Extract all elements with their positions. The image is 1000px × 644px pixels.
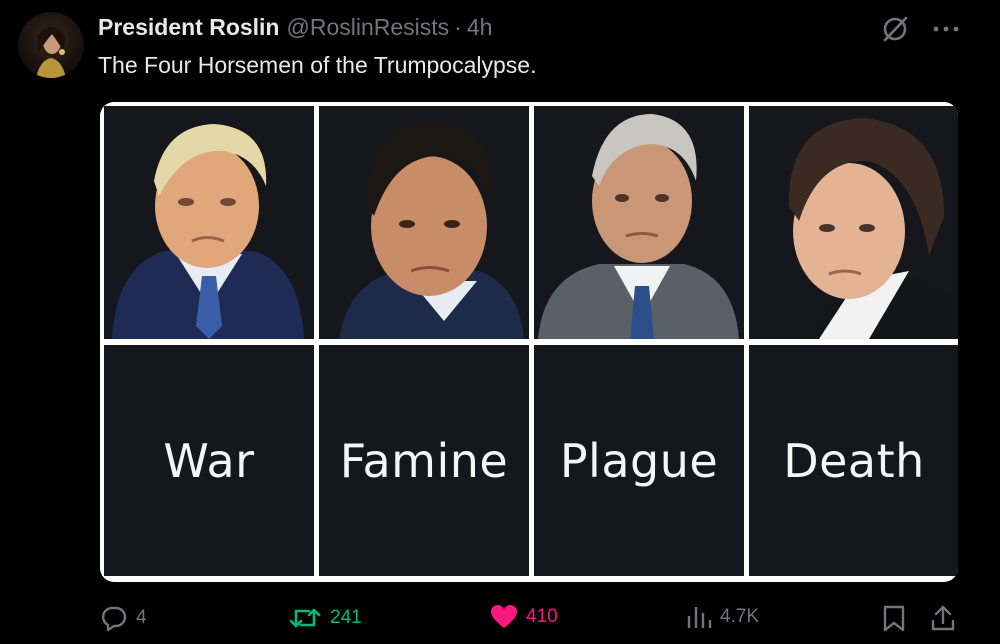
action-bar: 4 241 410 4.7K <box>100 604 960 640</box>
views-icon <box>687 607 712 628</box>
tweet: President Roslin @RoslinResists · 4h The… <box>0 0 1000 644</box>
label-cell-famine: Famine <box>319 345 529 576</box>
portrait-trump <box>104 106 314 339</box>
share-icon <box>931 605 955 631</box>
more-icon[interactable] <box>932 25 960 33</box>
media-grid: War Famine Plague Death <box>104 106 958 578</box>
bookmark-icon <box>883 605 905 632</box>
label-cell-death: Death <box>749 345 958 576</box>
portrait-rubio <box>319 106 529 339</box>
tweet-text: The Four Horsemen of the Trumpocalypse. <box>98 52 537 78</box>
reply-count: 4 <box>136 607 147 628</box>
label-death: Death <box>783 433 925 488</box>
like-button[interactable]: 410 <box>490 604 558 630</box>
label-war: War <box>163 433 255 488</box>
portrait-kennedy <box>534 106 744 339</box>
tweet-header: President Roslin @RoslinResists · 4h <box>98 14 492 41</box>
tweet-timestamp[interactable]: 4h <box>467 14 493 41</box>
author-handle[interactable]: @RoslinResists <box>286 14 449 41</box>
retweet-count: 241 <box>330 607 362 628</box>
avatar[interactable] <box>18 12 84 78</box>
like-count: 410 <box>526 606 558 627</box>
reply-button[interactable]: 4 <box>100 604 147 632</box>
tweet-media[interactable]: War Famine Plague Death <box>100 102 958 582</box>
author-display-name[interactable]: President Roslin <box>98 14 279 41</box>
retweet-button[interactable]: 241 <box>288 604 362 632</box>
retweet-icon <box>289 608 321 628</box>
grok-icon[interactable] <box>880 14 910 44</box>
label-cell-war: War <box>104 345 314 576</box>
label-cell-plague: Plague <box>534 345 744 576</box>
tweet-top-icons <box>880 14 960 44</box>
views-button[interactable]: 4.7K <box>686 604 759 630</box>
portrait-musk <box>749 106 958 339</box>
views-count: 4.7K <box>720 606 760 627</box>
bookmark-button[interactable] <box>882 604 906 632</box>
heart-icon <box>491 605 517 628</box>
separator-dot: · <box>454 14 462 40</box>
label-plague: Plague <box>559 433 719 488</box>
avatar-image <box>36 24 66 78</box>
share-button[interactable] <box>930 604 956 632</box>
label-famine: Famine <box>339 433 509 488</box>
reply-icon <box>101 606 127 632</box>
